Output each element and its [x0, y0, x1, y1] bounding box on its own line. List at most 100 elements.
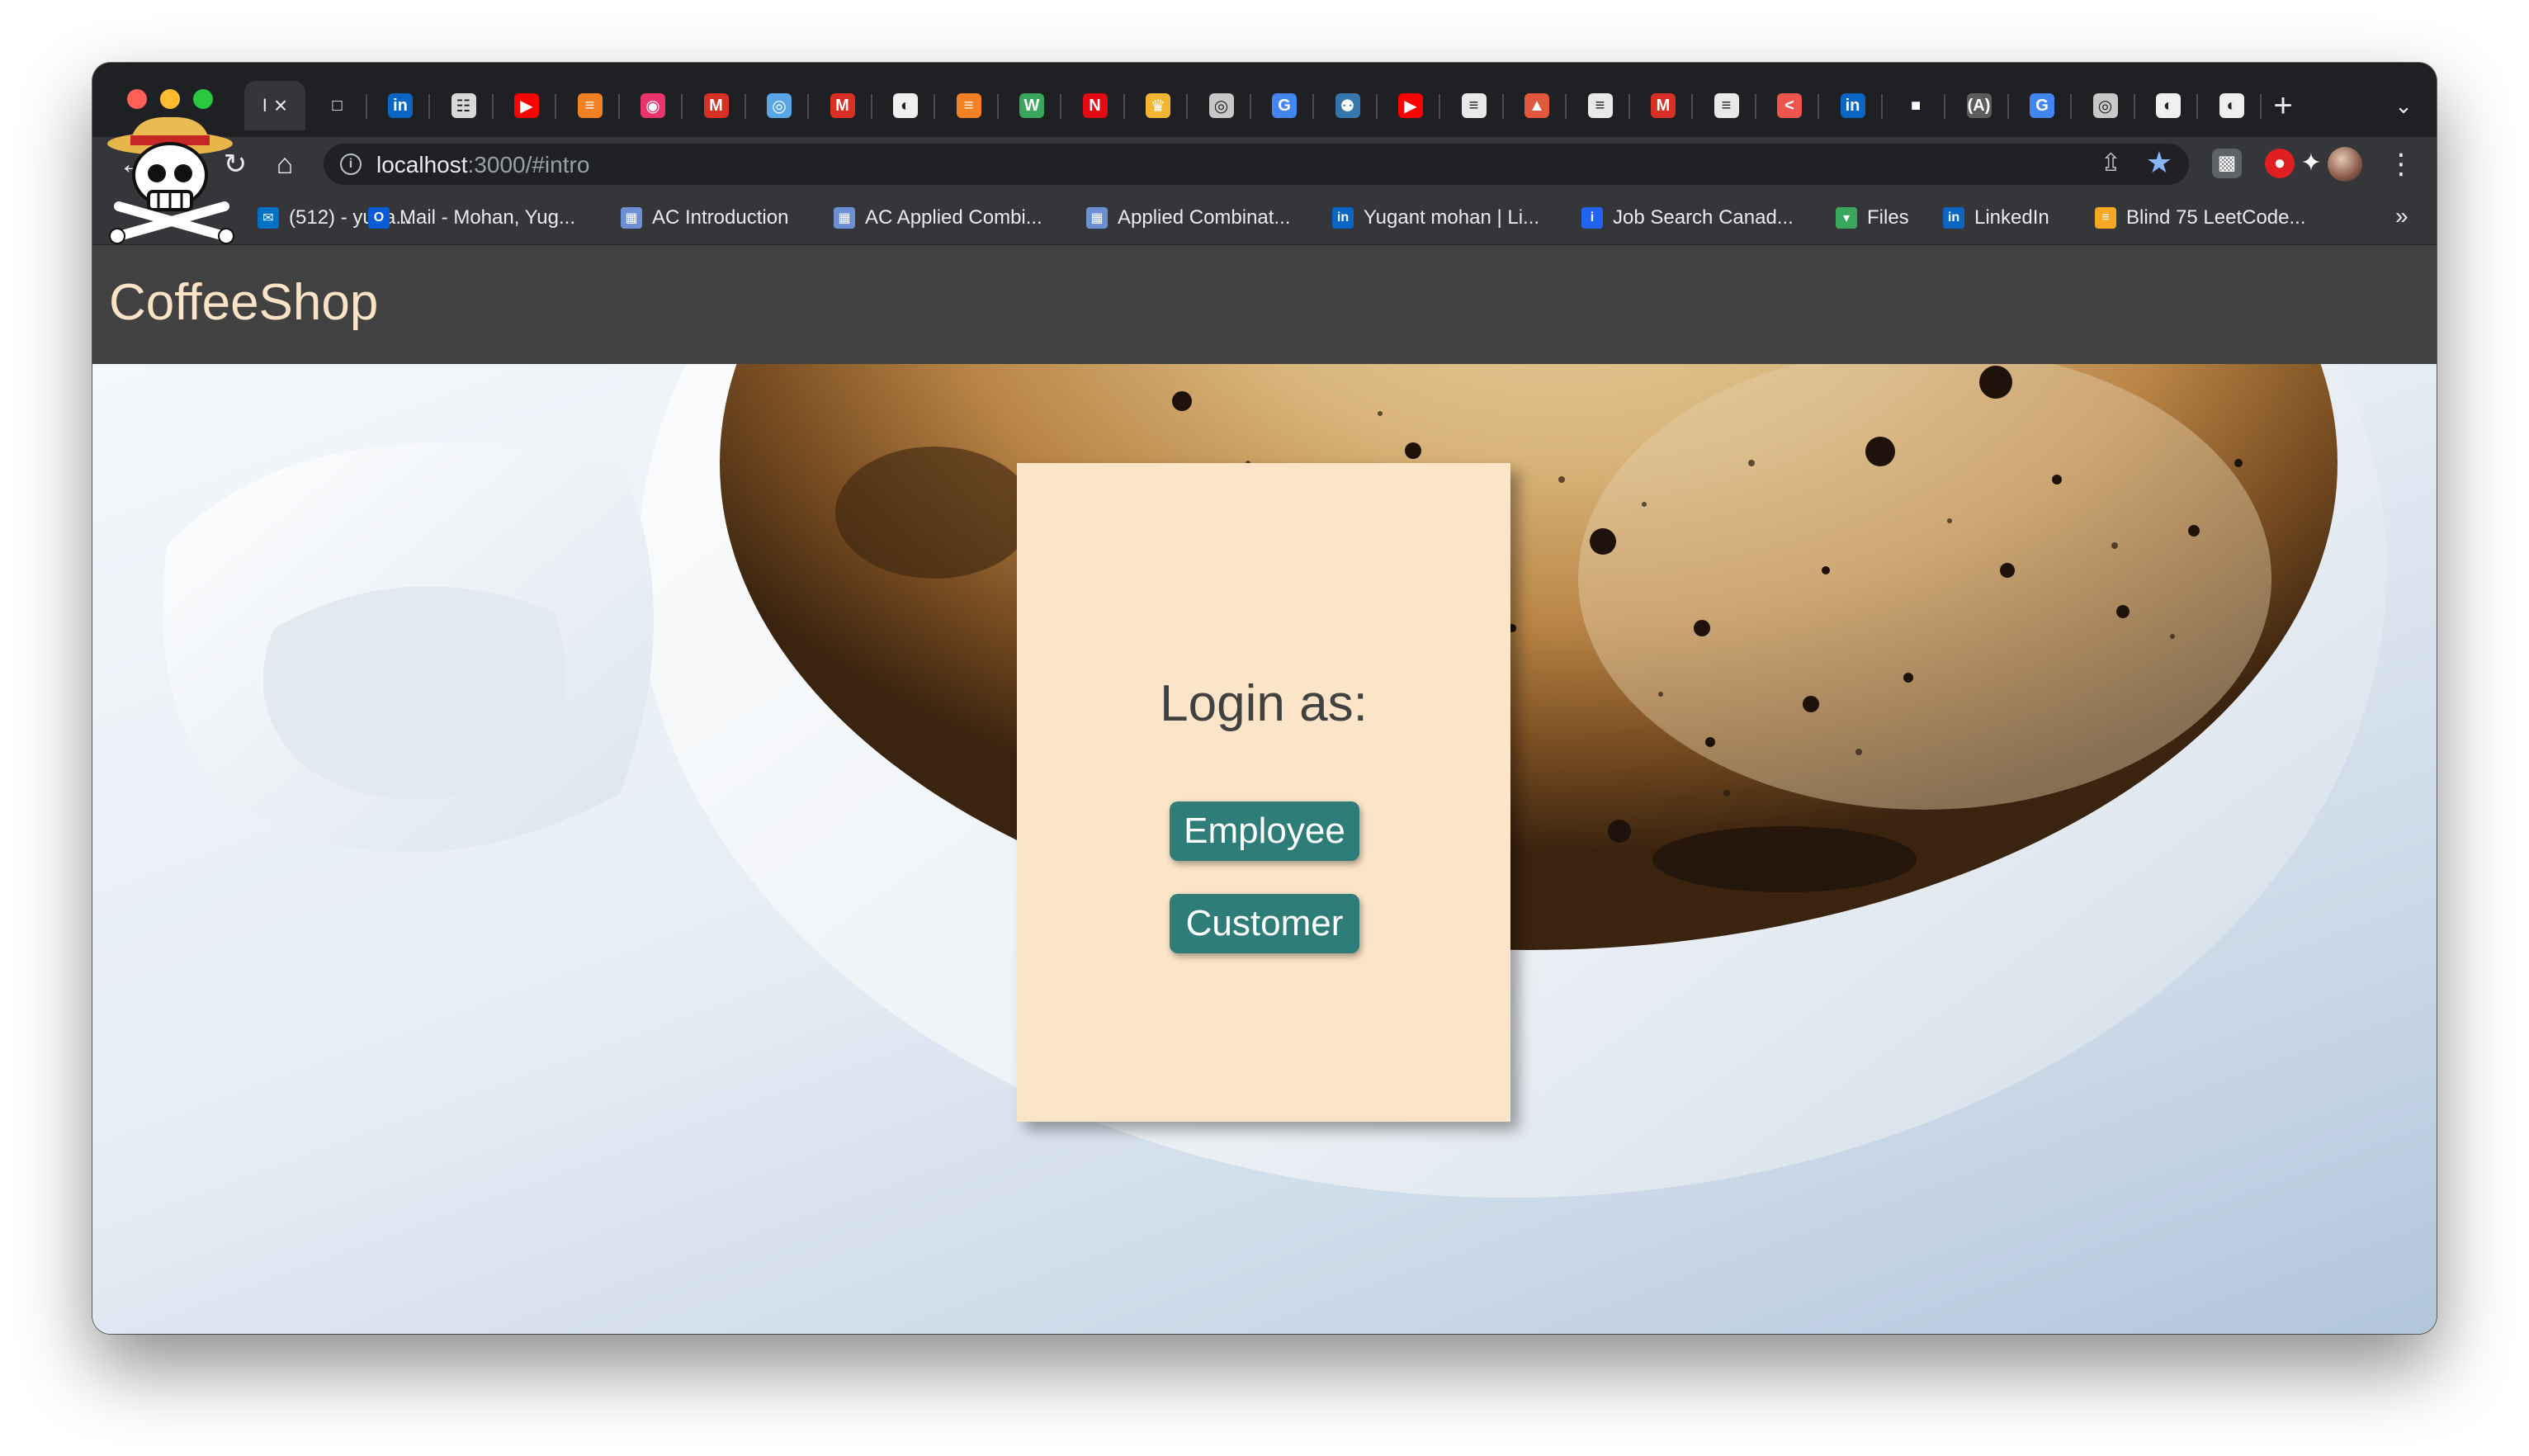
adblock-icon[interactable]: ● [2265, 149, 2295, 178]
bookmark-item[interactable]: ▦ AC Introduction [621, 205, 788, 231]
tab-separator [1818, 94, 1819, 119]
w-icon: W [1019, 93, 1044, 118]
browser-tab[interactable]: ≡ [1444, 81, 1504, 130]
tab-title: I [262, 95, 267, 116]
browser-tab[interactable]: ▲ [1507, 81, 1567, 130]
address-bar[interactable]: i localhost:3000/#intro ⇫ ★ [324, 144, 2189, 185]
browser-tab[interactable]: (A) [1950, 81, 2009, 130]
bookmark-item[interactable]: O Mail - Mohan, Yug... [368, 205, 575, 231]
profile-avatar[interactable] [2328, 147, 2362, 182]
tab-strip: I × □ in ☷ ▶ ≡ ◉ M ◎ M ◐ ≡ W N ♛ ◎ G ⚉ ▶ ≡ ▲ ≡ M ≡ < in ■ (A) G ◎ ◐ ◐ + … [92, 63, 2437, 137]
minimize-window-button[interactable] [160, 89, 180, 109]
bookmark-label: Files [1867, 206, 1909, 229]
browser-tab[interactable]: ◎ [749, 81, 809, 130]
gmail-icon: M [830, 93, 855, 118]
extensions-icon[interactable]: ✦ [2296, 149, 2326, 178]
browser-tab[interactable]: ■ [1886, 81, 1945, 130]
owl-icon: ☷ [451, 93, 476, 118]
bookmarks-overflow-button[interactable]: » [2395, 203, 2408, 229]
bookmark-item[interactable]: in LinkedIn [1943, 205, 2049, 231]
tab-separator [807, 94, 809, 119]
bookmark-item[interactable]: i Job Search Canad... [1581, 205, 1794, 231]
tab-separator [2007, 94, 2009, 119]
tab-separator [1186, 94, 1188, 119]
browser-tab[interactable]: M [687, 81, 746, 130]
browser-tab[interactable]: G [1255, 81, 1314, 130]
browser-tab[interactable]: < [1760, 81, 1819, 130]
browser-tab[interactable]: ◐ [2202, 81, 2262, 130]
google-icon: G [2030, 93, 2054, 118]
tab-separator [365, 94, 367, 119]
browser-tab[interactable]: G [2012, 81, 2072, 130]
close-tab-icon[interactable]: × [274, 92, 287, 119]
tab-separator [1501, 94, 1504, 119]
youtube-icon: ▶ [1398, 93, 1423, 118]
bookmark-item[interactable]: ▾ Files [1836, 205, 1909, 231]
python-icon: ⚉ [1335, 93, 1360, 118]
browser-tab[interactable]: ☷ [434, 81, 494, 130]
browser-tab[interactable]: □ [308, 81, 367, 130]
browser-tab[interactable]: in [371, 81, 430, 130]
browser-tab[interactable]: ≡ [560, 81, 620, 130]
browser-tab[interactable]: in [1823, 81, 1883, 130]
tab-search-button[interactable]: ⌄ [2385, 87, 2422, 124]
fullscreen-window-button[interactable] [193, 89, 213, 109]
tab-separator [681, 94, 683, 119]
bookmark-label: Job Search Canad... [1613, 206, 1794, 229]
browser-tab[interactable]: W [1002, 81, 1061, 130]
browser-tab[interactable]: ▶ [497, 81, 556, 130]
tab-separator [1060, 94, 1061, 119]
brand-title[interactable]: CoffeeShop [109, 273, 378, 332]
browser-toolbar: ← ↻ ⌂ i localhost:3000/#intro ⇫ ★ ▩ ● ✦ … [92, 137, 2437, 191]
browser-tab[interactable]: M [1633, 81, 1693, 130]
tab-separator [2259, 94, 2262, 119]
customer-login-button[interactable]: Customer [1170, 894, 1359, 953]
tab-separator [934, 94, 935, 119]
employee-login-button[interactable]: Employee [1170, 801, 1359, 861]
site-info-icon[interactable]: i [340, 154, 362, 175]
browser-tab[interactable]: ◎ [1192, 81, 1251, 130]
bookmark-label: LinkedIn [1974, 206, 2049, 229]
address-path: :3000/#intro [467, 152, 590, 177]
browser-tab[interactable]: ♛ [1128, 81, 1188, 130]
new-tab-button[interactable]: + [2265, 87, 2301, 124]
browser-tab[interactable]: M [813, 81, 872, 130]
share-icon[interactable]: ⇫ [2101, 149, 2121, 177]
login-card: Login as: Employee Customer [1017, 463, 1510, 1122]
tab-separator [744, 94, 746, 119]
address-url[interactable]: localhost:3000/#intro [376, 152, 589, 178]
home-button[interactable]: ⌂ [266, 145, 304, 183]
browser-tab[interactable]: ▶ [1381, 81, 1440, 130]
grid-icon: ▦ [621, 207, 642, 229]
tab-separator [1312, 94, 1314, 119]
linkedin-icon: in [1332, 207, 1354, 229]
bookmark-label: Applied Combinat... [1118, 206, 1291, 229]
extension-puzzle-icon[interactable]: ▩ [2212, 149, 2242, 178]
doc-icon: ≡ [1714, 93, 1739, 118]
browser-tab[interactable]: ≡ [939, 81, 999, 130]
github-icon: ◐ [893, 93, 918, 118]
browser-tab[interactable]: N [1066, 81, 1125, 130]
browser-tab[interactable]: ≡ [1697, 81, 1756, 130]
browser-tab[interactable]: I × [244, 81, 305, 130]
tab-separator [2070, 94, 2072, 119]
browser-tab[interactable]: ⚉ [1318, 81, 1378, 130]
bookmark-star-icon[interactable]: ★ [2146, 145, 2172, 180]
tab-separator [1249, 94, 1251, 119]
browser-tab[interactable]: ◉ [623, 81, 683, 130]
tab-separator [617, 94, 620, 119]
browser-tab[interactable]: ◎ [2076, 81, 2135, 130]
bookmark-item[interactable]: ▦ Applied Combinat... [1086, 205, 1290, 231]
close-window-button[interactable] [127, 89, 147, 109]
github-icon: ◐ [2156, 93, 2181, 118]
browser-menu-icon[interactable]: ⋮ [2387, 145, 2415, 183]
podcast-icon: ◉ [641, 93, 665, 118]
browser-tab[interactable]: ◐ [876, 81, 935, 130]
browser-tab[interactable]: ◐ [2139, 81, 2198, 130]
bookmark-item[interactable]: ≡ Blind 75 LeetCode... [2095, 205, 2306, 231]
browser-tab[interactable]: ≡ [1571, 81, 1630, 130]
compass-icon: ◎ [767, 93, 792, 118]
bookmark-item[interactable]: ▦ AC Applied Combi... [834, 205, 1042, 231]
coffee-cup-background: Login as: Employee Customer [92, 364, 2437, 1334]
bookmark-item[interactable]: in Yugant mohan | Li... [1332, 205, 1539, 231]
